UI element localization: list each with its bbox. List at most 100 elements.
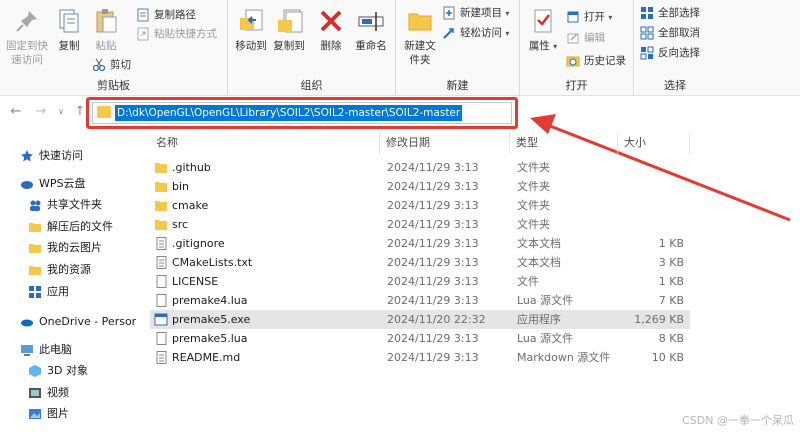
copy-label: 复制: [58, 40, 80, 52]
folder-icon: [154, 180, 168, 193]
nav-item[interactable]: 此电脑: [20, 340, 72, 360]
column-header-date[interactable]: 修改日期: [380, 132, 510, 154]
cloud-icon: [20, 177, 34, 191]
new-item-button[interactable]: 新建项目 ▾: [442, 4, 509, 22]
file-icon: [154, 332, 168, 345]
easy-access-button[interactable]: 轻松访问 ▾: [442, 24, 509, 42]
column-header-type[interactable]: 类型: [510, 132, 618, 154]
delete-button[interactable]: 删除: [316, 6, 346, 53]
file-row[interactable]: .github 2024/11/29 3:13 文件夹: [150, 158, 690, 177]
file-name: bin: [172, 180, 190, 193]
file-name: src: [172, 218, 189, 231]
back-arrow-icon[interactable]: ←: [8, 104, 24, 120]
nav-item-label: OneDrive - Persor: [39, 315, 136, 328]
select-group-label: 选择: [664, 79, 686, 92]
file-row[interactable]: README.md 2024/11/29 3:13 Markdown 源文件 10 K…: [150, 348, 690, 367]
nav-item[interactable]: 我的云图片: [28, 238, 102, 258]
cut-button[interactable]: 剪切: [92, 56, 131, 74]
pin-quick-access-button[interactable]: 固定到快速访问: [2, 6, 52, 67]
select-none-button[interactable]: 全部取消: [640, 24, 700, 42]
file-type: Lua 源文件: [517, 294, 574, 307]
nav-item[interactable]: 共享文件夹: [28, 195, 102, 215]
file-name: premake5.exe: [172, 313, 251, 326]
invert-selection-button[interactable]: 反向选择: [640, 44, 700, 62]
cube-icon: [28, 364, 42, 378]
recent-chevron-icon[interactable]: ∨: [53, 104, 69, 120]
paste-button[interactable]: 粘贴: [88, 6, 124, 53]
file-date: 2024/11/29 3:13: [387, 351, 479, 364]
new-item-label: 新建项目: [460, 7, 502, 19]
new-item-icon: [442, 6, 456, 20]
text-file-icon: [154, 351, 168, 364]
move-to-button[interactable]: 移动到: [232, 6, 270, 53]
open-button[interactable]: 打开 ▾: [566, 8, 612, 26]
copy-to-label: 复制到: [273, 40, 305, 52]
file-row[interactable]: cmake 2024/11/29 3:13 文件夹: [150, 196, 690, 215]
file-row[interactable]: src 2024/11/29 3:13 文件夹: [150, 215, 690, 234]
folder-icon: [28, 241, 42, 255]
nav-item[interactable]: OneDrive - Persor: [20, 312, 136, 332]
file-date: 2024/11/29 3:13: [387, 218, 479, 231]
new-folder-button[interactable]: 新建文件夹: [400, 6, 440, 67]
file-date: 2024/11/29 3:13: [387, 180, 479, 193]
file-row[interactable]: premake5.exe 2024/11/20 22:32 应用程序 1,269 KB: [150, 310, 690, 329]
forward-arrow-icon[interactable]: →: [33, 104, 49, 120]
paste-shortcut-button[interactable]: 粘贴快捷方式: [136, 25, 217, 43]
nav-item-label: WPS云盘: [39, 177, 86, 190]
rename-icon: [356, 6, 386, 36]
select-all-button[interactable]: 全部选择: [640, 4, 700, 22]
copy-path-button[interactable]: 复制路径: [136, 6, 196, 24]
nav-item[interactable]: 应用: [28, 282, 69, 302]
edit-button[interactable]: 编辑: [566, 29, 605, 47]
organize-group-label: 组织: [300, 79, 323, 92]
nav-item[interactable]: WPS云盘: [20, 174, 86, 194]
nav-item-label: 我的资源: [47, 263, 91, 276]
nav-item[interactable]: 视频: [28, 383, 69, 403]
file-date: 2024/11/29 3:13: [387, 161, 479, 174]
file-name: LICENSE: [172, 275, 219, 288]
file-row[interactable]: premake4.lua 2024/11/29 3:13 Lua 源文件 7 KB: [150, 291, 690, 310]
file-size: 1 KB: [658, 275, 684, 288]
copy-to-icon: [274, 6, 304, 36]
select-none-icon: [640, 26, 654, 40]
apps-icon: [28, 285, 42, 299]
file-row[interactable]: .gitignore 2024/11/29 3:13 文本文档 1 KB: [150, 234, 690, 253]
nav-item[interactable]: 我的资源: [28, 260, 91, 280]
column-header-size[interactable]: 大小: [618, 132, 690, 154]
file-size: 1 KB: [658, 237, 684, 250]
file-size: [610, 215, 684, 234]
column-header-name[interactable]: 名称: [150, 132, 380, 154]
nav-item[interactable]: 快速访问: [20, 146, 83, 166]
copy-to-button[interactable]: 复制到: [270, 6, 308, 53]
properties-button[interactable]: 属性 ▾: [526, 6, 560, 54]
file-row[interactable]: LICENSE 2024/11/29 3:13 文件 1 KB: [150, 272, 690, 291]
file-type: 应用程序: [517, 313, 561, 326]
file-row[interactable]: premake5.lua 2024/11/29 3:13 Lua 源文件 8 KB: [150, 329, 690, 348]
file-name: .gitignore: [172, 237, 225, 250]
file-row[interactable]: CMakeLists.txt 2024/11/29 3:13 文本文档 3 KB: [150, 253, 690, 272]
move-to-icon: [236, 6, 266, 36]
copy-icon: [54, 6, 84, 36]
navigation-pane: 快速访问 WPS云盘共享文件夹 解压后的文件 我的云图片我的资源应用 OneDrive …: [0, 132, 136, 432]
rename-button[interactable]: 重命名: [352, 6, 390, 53]
file-type: 文件夹: [517, 180, 550, 193]
properties-icon: [528, 6, 558, 36]
nav-item[interactable]: 图片: [28, 404, 69, 424]
chevron-down-icon: ▾: [553, 42, 558, 51]
nav-item[interactable]: 解压后的文件: [28, 217, 113, 237]
pc-icon: [20, 343, 34, 357]
file-row[interactable]: bin 2024/11/29 3:13 文件夹: [150, 177, 690, 196]
copy-path-icon: [136, 8, 150, 22]
copy-button[interactable]: 复制: [54, 6, 84, 53]
file-size: 1,269 KB: [634, 313, 684, 326]
paste-icon: [91, 6, 121, 36]
file-name: CMakeLists.txt: [172, 256, 253, 269]
nav-item[interactable]: 3D 对象: [28, 361, 88, 381]
pin-label: 固定到快速访问: [6, 40, 48, 66]
history-button[interactable]: 历史记录: [566, 52, 626, 70]
new-group-label: 新建: [446, 79, 469, 92]
delete-label: 删除: [320, 40, 342, 52]
nav-item-label: 应用: [47, 285, 69, 298]
open-icon: [566, 10, 580, 24]
file-type: 文件夹: [517, 199, 550, 212]
